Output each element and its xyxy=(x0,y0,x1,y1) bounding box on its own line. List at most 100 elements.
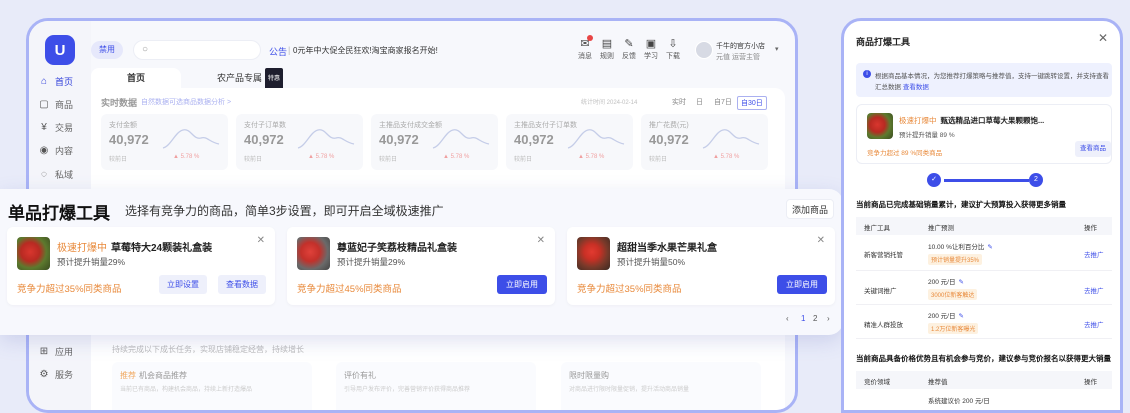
notice-separator: | xyxy=(288,45,291,55)
pager-page-1[interactable]: 1 xyxy=(801,314,805,323)
download-icon: ⇩ xyxy=(668,38,678,50)
tab-badge: 特惠 xyxy=(265,68,284,90)
product-icon: ▢ xyxy=(39,98,49,110)
role-badge[interactable]: 禁用 xyxy=(91,41,123,59)
range-day[interactable]: 日 xyxy=(693,96,706,108)
sidebar-item-private[interactable]: ◌ 私域 xyxy=(37,167,73,181)
page-tabs: 首页 农产品专属 特惠 xyxy=(91,68,795,90)
range-realtime[interactable]: 实时 xyxy=(669,96,689,108)
realtime-subtitle-link[interactable]: 自然数据可选商品数据分析 > xyxy=(141,97,231,107)
info-box: i 根据商品基本情况，为您推荐打爆策略与推荐值，支持一键跳转设置，并支持查看 汇… xyxy=(856,63,1112,97)
product-title: 草莓特大24颗装礼盒装 xyxy=(111,243,213,254)
step-done-icon[interactable]: ✓ xyxy=(927,173,941,187)
product-image xyxy=(17,237,50,270)
step-2[interactable]: 2 xyxy=(1029,173,1043,187)
product-competitive: 竞争力超过35%同类商品 xyxy=(17,284,122,295)
notice-text[interactable]: 0元年中大促全民狂欢!淘宝商家报名开始! xyxy=(293,45,438,56)
setup-now-button[interactable]: 立即设置 xyxy=(159,275,207,294)
close-icon[interactable]: ✕ xyxy=(817,235,825,246)
avatar[interactable] xyxy=(695,41,713,59)
promote-link[interactable]: 去推广 xyxy=(1084,249,1104,259)
panel-title: 商品打爆工具 xyxy=(856,37,911,47)
step-progress-line xyxy=(944,179,1029,182)
view-product-button[interactable]: 查看商品 xyxy=(1075,141,1111,157)
status-badge: 极速打爆中 xyxy=(899,116,937,125)
edit-icon[interactable]: ✎ xyxy=(958,313,963,320)
task-card[interactable]: 限时限量购 对商品进行限时限量促销，提升活动商品销量 xyxy=(561,362,761,410)
sparkline xyxy=(297,129,355,149)
table-row: 系统建议价 200 元/日 xyxy=(856,389,1112,410)
product-competitive: 竞争力超过35%同类商品 xyxy=(577,284,682,295)
product-image xyxy=(297,237,330,270)
table-header: 竞价领域 推荐值 操作 xyxy=(856,371,1112,389)
edit-icon[interactable]: ✎ xyxy=(987,244,992,251)
table-row: 关键词推广 200 元/日 ✎ 3000位新客触达 去推广 xyxy=(856,271,1112,305)
pager-page-2[interactable]: 2 xyxy=(813,314,817,323)
task-card[interactable]: 评价有礼 引导用户发布评价，完善营销评价获得商品推荐 xyxy=(336,362,536,410)
add-product-button[interactable]: 添加商品 xyxy=(786,199,834,219)
tab-home[interactable]: 首页 xyxy=(91,68,181,88)
product-competitive: 竞争力超过 89 %同类商品 xyxy=(867,150,943,157)
tasks-hint: 持续完成以下成长任务，实现店铺稳定经营，持续增长 xyxy=(112,345,304,354)
sidebar-item-trade[interactable]: ¥ 交易 xyxy=(37,120,73,134)
enable-now-button[interactable]: 立即启用 xyxy=(777,275,827,294)
promote-link[interactable]: 去推广 xyxy=(1084,319,1104,329)
sidebar-item-home[interactable]: ⌂ 首页 xyxy=(37,74,73,88)
service-icon: ⚙ xyxy=(39,368,49,380)
promote-link[interactable]: 去推广 xyxy=(1084,285,1104,295)
trade-icon: ¥ xyxy=(41,121,47,133)
edit-icon[interactable]: ✎ xyxy=(958,279,963,286)
search-input[interactable]: ○ xyxy=(133,40,261,60)
metric-card[interactable]: 支付金额 40,972 较前日 ▲ 5.78 % xyxy=(101,114,228,170)
overlay-title: 单品打爆工具 xyxy=(8,204,110,223)
sparkline xyxy=(162,129,220,149)
sidebar-item-apps[interactable]: ⊞ 应用 xyxy=(37,344,73,358)
tool-download[interactable]: ⇩ 下载 xyxy=(659,37,687,61)
chevron-down-icon[interactable]: ▾ xyxy=(775,45,779,53)
close-icon[interactable]: ✕ xyxy=(1098,31,1108,45)
range-7d[interactable]: 自7日 xyxy=(711,96,735,108)
user-name[interactable]: 千牛的官方小店 xyxy=(716,41,765,51)
sidebar-item-service[interactable]: ⚙ 服务 xyxy=(37,367,74,381)
product-title: 超甜当季水果芒果礼盒 xyxy=(617,243,717,254)
pager-next[interactable]: › xyxy=(827,314,830,323)
sparkline xyxy=(567,129,625,149)
product-card: 极速打爆中 草莓特大24颗装礼盒装 预计提升销量29% ✕ 竞争力超过35%同类商… xyxy=(7,227,275,305)
close-icon[interactable]: ✕ xyxy=(537,235,545,246)
range-30d[interactable]: 自30日 xyxy=(737,96,767,110)
realtime-title: 实时数据 xyxy=(101,98,138,108)
tab-agri[interactable]: 农产品专属 特惠 xyxy=(203,68,297,90)
task-tag: 推荐 xyxy=(120,371,136,380)
metric-card[interactable]: 主推品支付子订单数 40,972 较前日 ▲ 5.78 % xyxy=(506,114,633,170)
panel-product-card: 极速打爆中 甄选精品进口草莓大果颗颗饱... 预计提升销量 89 % 竞争力超过 … xyxy=(856,104,1112,164)
metric-card[interactable]: 支付子订单数 40,972 较前日 ▲ 5.78 % xyxy=(236,114,363,170)
product-competitive: 竞争力超过45%同类商品 xyxy=(297,284,402,295)
metric-card[interactable]: 主推品支付成交金额 40,972 较前日 ▲ 5.78 % xyxy=(371,114,498,170)
search-icon: ○ xyxy=(142,44,149,55)
product-boost-overlay: 单品打爆工具 选择有竞争力的商品，简单3步设置，即可开启全域极速推广 添加商品 … xyxy=(0,189,843,335)
section-title: 当前商品具备价格优势且有机会参与竞价，建议参与竞价报名以获得更大销量 xyxy=(856,354,1111,363)
product-card: 超甜当季水果芒果礼盒 预计提升销量50% ✕ 竞争力超过35%同类商品 立即启用 xyxy=(567,227,835,305)
sidebar-item-product[interactable]: ▢ 商品 xyxy=(37,97,73,111)
view-data-button[interactable]: 查看数据 xyxy=(218,275,266,294)
pager-prev[interactable]: ‹ xyxy=(786,314,789,323)
product-predict: 预计提升销量50% xyxy=(617,257,686,267)
enable-now-button[interactable]: 立即启用 xyxy=(497,275,547,294)
sidebar-item-content[interactable]: ◉ 内容 xyxy=(37,143,73,157)
apps-icon: ⊞ xyxy=(39,345,49,357)
product-card: 尊蓝妃子笑荔枝精品礼盒装 预计提升销量29% ✕ 竞争力超过45%同类商品 立即… xyxy=(287,227,555,305)
sparkline xyxy=(702,129,760,149)
task-card[interactable]: 推荐 机会商品推荐 当前已有商品，构建机会商品，持续上新打造爆品 xyxy=(112,362,312,410)
info-icon: i xyxy=(863,70,871,78)
table-row: 新客营销托管 10.00 %让利百分比 ✎ 预计销量提升35% 去推广 xyxy=(856,235,1112,271)
close-icon[interactable]: ✕ xyxy=(257,235,265,246)
app-logo[interactable]: U xyxy=(45,35,75,65)
view-data-link[interactable]: 查看数据 xyxy=(903,84,929,91)
metric-card[interactable]: 推广花费(元) 40,972 较前日 ▲ 5.78 % xyxy=(641,114,768,170)
product-title: 尊蓝妃子笑荔枝精品礼盒装 xyxy=(337,243,457,254)
section-title: 当前商品已完成基础销量累计，建议扩大预算投入获得更多销量 xyxy=(856,200,1066,209)
side-panel: 商品打爆工具 ✕ i 根据商品基本情况，为您推荐打爆策略与推荐值，支持一键跳转设… xyxy=(841,18,1123,413)
realtime-time: 统计时间 2024-02-14 xyxy=(581,100,638,106)
top-bar: 禁用 ○ 公告 | 0元年中大促全民狂欢!淘宝商家报名开始! ✉ 消息 ▤ 规则 ✎… xyxy=(91,35,795,63)
product-predict: 预计提升销量29% xyxy=(337,257,406,267)
